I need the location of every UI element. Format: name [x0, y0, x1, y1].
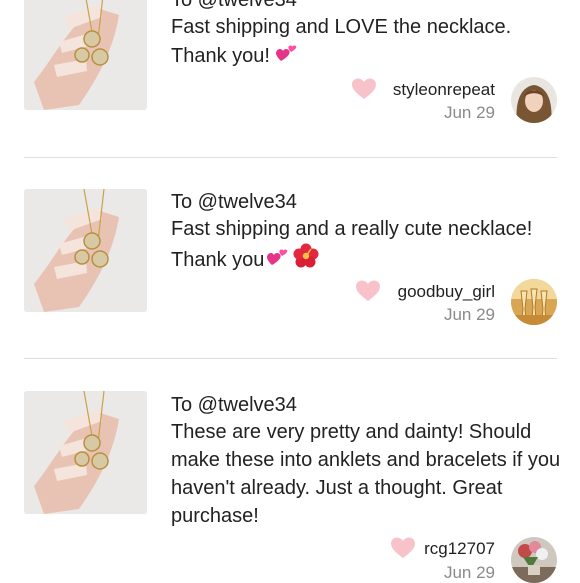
review-date: Jun 29 — [443, 305, 495, 324]
username[interactable]: rcg12707 — [424, 539, 495, 559]
avatar[interactable] — [511, 279, 557, 325]
review-date: Jun 29 — [443, 103, 495, 122]
recipient-line: To @twelve34 — [171, 0, 297, 11]
review-message: These are very pretty and dainty! Should… — [171, 418, 566, 530]
two-hearts-icon — [274, 41, 298, 73]
username[interactable]: goodbuy_girl — [398, 282, 495, 302]
heart-icon[interactable] — [352, 78, 376, 100]
review-message: Fast shipping and a really cute necklace… — [171, 215, 571, 277]
two-hearts-icon — [265, 245, 289, 277]
recipient-line: To @twelve34 — [171, 394, 297, 416]
review-message-text: Fast shipping and a really cute necklace… — [171, 218, 533, 271]
heart-icon[interactable] — [356, 280, 380, 302]
divider — [24, 358, 557, 359]
avatar[interactable] — [511, 77, 557, 123]
divider — [24, 157, 557, 158]
avatar[interactable] — [511, 537, 557, 583]
necklace-photo-image — [24, 189, 147, 312]
product-thumbnail[interactable] — [24, 189, 147, 312]
hibiscus-icon — [293, 243, 319, 277]
heart-icon[interactable] — [391, 537, 415, 559]
product-thumbnail[interactable] — [24, 391, 147, 514]
username[interactable]: styleonrepeat — [393, 80, 495, 100]
review-message: Fast shipping and LOVE the necklace. Tha… — [171, 13, 571, 73]
review-date: Jun 29 — [443, 563, 495, 582]
necklace-photo-image — [24, 391, 147, 514]
recipient-line: To @twelve34 — [171, 191, 297, 213]
review-message-text: Fast shipping and LOVE the necklace. Tha… — [171, 16, 512, 67]
review-message-text: These are very pretty and dainty! Should… — [171, 421, 561, 527]
necklace-photo-image — [24, 0, 147, 110]
product-thumbnail[interactable] — [24, 0, 147, 110]
